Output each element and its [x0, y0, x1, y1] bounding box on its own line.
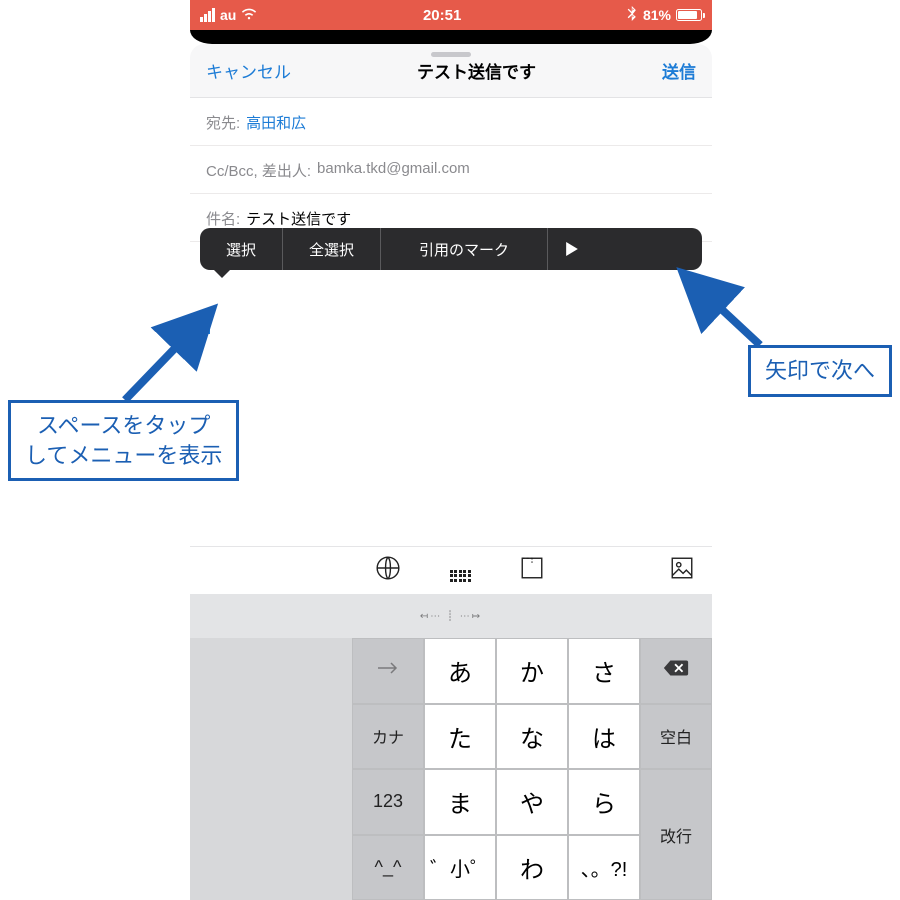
kana-keyboard: あ か さ カナ た な は 空白 123 ま や ら 改行 ^_^ ゛小゜ わ… [190, 638, 712, 900]
notch-strip [190, 30, 712, 44]
key-punct[interactable]: 、。?! [568, 835, 640, 900]
battery-pct: 81% [643, 7, 671, 23]
arrow-right-annot [670, 270, 770, 355]
carrier-label: au [220, 7, 236, 23]
arrow-left-annot [115, 305, 225, 410]
key-123[interactable]: 123 [352, 769, 424, 835]
annotation-left: スペースをタップ してメニューを表示 [8, 400, 239, 481]
subject-label: 件名: [206, 208, 240, 229]
globe-icon[interactable] [352, 555, 424, 586]
subject-value: テスト送信です [246, 208, 351, 229]
key-return[interactable]: 改行 [640, 769, 712, 900]
menu-next-arrow[interactable] [548, 228, 596, 270]
key-ha[interactable]: は [568, 704, 640, 770]
key-ta[interactable]: た [424, 704, 496, 770]
key-next[interactable] [352, 638, 424, 704]
cancel-button[interactable]: キャンセル [206, 58, 291, 83]
text-context-menu: 選択 全選択 引用のマーク [200, 228, 702, 270]
menu-select[interactable]: 選択 [200, 228, 283, 270]
key-delete[interactable] [640, 638, 712, 704]
key-dakuten[interactable]: ゛小゜ [424, 835, 496, 900]
keyboard-toolbar [190, 546, 712, 594]
key-wa[interactable]: わ [496, 835, 568, 900]
cc-value: bamka.tkd@gmail.com [317, 160, 470, 181]
signal-icon [200, 8, 215, 22]
menu-select-all[interactable]: 全選択 [283, 228, 381, 270]
key-kana[interactable]: カナ [352, 704, 424, 770]
cc-label: Cc/Bcc, 差出人: [206, 160, 311, 181]
key-ma[interactable]: ま [424, 769, 496, 835]
compose-title: テスト送信です [291, 58, 662, 83]
to-value: 高田和広 [246, 112, 306, 133]
compose-fields: 宛先: 高田和広 Cc/Bcc, 差出人: bamka.tkd@gmail.co… [190, 98, 712, 242]
key-na[interactable]: な [496, 704, 568, 770]
key-ya[interactable]: や [496, 769, 568, 835]
key-emoji[interactable]: ^_^ [352, 835, 424, 900]
phone-frame: au 20:51 81% キャンセル テスト送信です 送信 宛先: 高田和広 C… [190, 0, 712, 900]
time-label: 20:51 [257, 7, 627, 24]
key-ka[interactable]: か [496, 638, 568, 704]
to-field[interactable]: 宛先: 高田和広 [190, 98, 712, 146]
battery-icon [676, 9, 702, 21]
menu-quote[interactable]: 引用のマーク [381, 228, 548, 270]
message-body[interactable] [190, 242, 712, 477]
key-a[interactable]: あ [424, 638, 496, 704]
keyboard-grid-icon[interactable] [424, 560, 496, 582]
handwriting-icon[interactable] [496, 555, 568, 586]
photo-icon[interactable] [652, 555, 712, 586]
key-ra[interactable]: ら [568, 769, 640, 835]
cursor-move-handle: ↤⋯ ┊ ⋯↦ [420, 611, 482, 622]
compose-header: キャンセル テスト送信です 送信 [190, 44, 712, 98]
keyboard-left-pad [190, 638, 352, 900]
status-bar: au 20:51 81% [190, 0, 712, 30]
bluetooth-icon [627, 6, 638, 25]
cc-field[interactable]: Cc/Bcc, 差出人: bamka.tkd@gmail.com [190, 146, 712, 194]
wifi-icon [241, 6, 257, 25]
key-space[interactable]: 空白 [640, 704, 712, 770]
key-sa[interactable]: さ [568, 638, 640, 704]
annotation-left-line1: スペースをタップ [37, 413, 210, 438]
suggestion-bar[interactable]: ↤⋯ ┊ ⋯↦ [190, 594, 712, 638]
to-label: 宛先: [206, 112, 240, 133]
annotation-left-line2: してメニューを表示 [25, 443, 222, 468]
send-button[interactable]: 送信 [662, 58, 696, 83]
